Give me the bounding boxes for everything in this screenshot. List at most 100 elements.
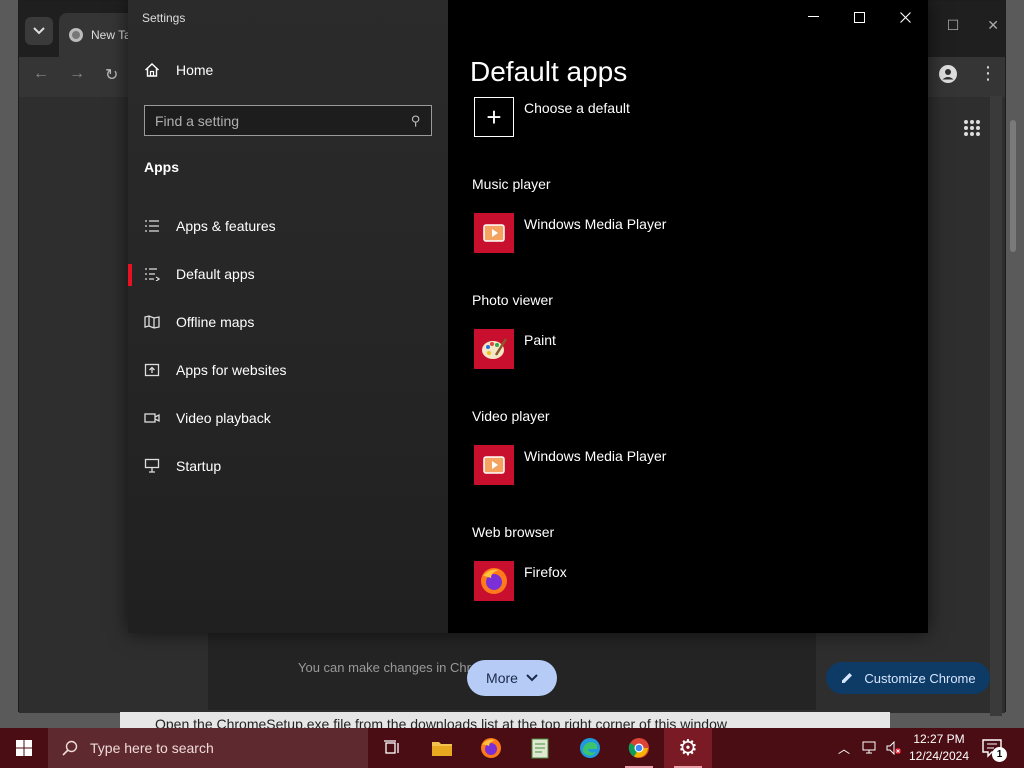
app-name: Firefox <box>524 564 567 580</box>
notepad-icon <box>531 738 549 759</box>
default-app-web-browser[interactable]: Firefox <box>474 561 567 601</box>
gear-icon: ⚙ <box>678 735 698 760</box>
sidebar-item-offline-maps[interactable]: Offline maps <box>128 302 448 342</box>
settings-search-input[interactable] <box>155 112 412 129</box>
edge-taskbar-button[interactable] <box>566 728 614 768</box>
profile-icon[interactable] <box>939 65 957 88</box>
sidebar-item-startup[interactable]: Startup <box>128 446 448 486</box>
clock-time: 12:27 PM <box>913 732 965 746</box>
choose-default-button[interactable]: + Choose a default <box>474 97 630 137</box>
restore-icon[interactable]: ☐ <box>947 17 960 34</box>
default-app-photo-viewer[interactable]: Paint <box>474 329 556 369</box>
close-button[interactable] <box>882 0 928 34</box>
section-heading: Apps <box>144 159 179 175</box>
nav-label: Default apps <box>176 266 255 282</box>
list-icon <box>144 218 160 234</box>
notification-badge: 1 <box>992 747 1007 762</box>
task-view-icon <box>384 740 399 754</box>
chrome-favicon-icon <box>69 28 83 42</box>
default-apps-icon <box>144 266 160 282</box>
taskbar-search-box[interactable]: Type here to search <box>48 728 368 768</box>
back-arrow-icon[interactable]: ← <box>33 65 49 83</box>
clock-date: 12/24/2024 <box>908 749 970 763</box>
search-icon <box>62 740 78 756</box>
video-icon <box>144 410 160 426</box>
media-player-icon <box>474 213 514 253</box>
taskbar: Type here to search ⚙ ︿ 12:27 PM 12/24/2… <box>0 728 1024 768</box>
home-label: Home <box>176 62 214 78</box>
windows-logo-icon <box>16 740 32 756</box>
tab-search-button[interactable] <box>25 17 53 45</box>
settings-main-pane: Default apps + Choose a default Music pl… <box>448 0 928 633</box>
plus-icon: + <box>474 97 514 137</box>
chevron-down-icon <box>526 674 538 682</box>
footer-text: You can make changes in Chro <box>298 660 479 675</box>
chrome-taskbar-button[interactable] <box>615 728 663 768</box>
map-icon <box>144 314 160 330</box>
nav-label: Offline maps <box>176 314 255 330</box>
more-label: More <box>486 670 518 686</box>
firefox-icon <box>481 738 501 758</box>
edge-icon <box>580 738 600 758</box>
forward-arrow-icon[interactable]: → <box>69 65 85 83</box>
file-explorer-button[interactable] <box>418 728 466 768</box>
monitor-icon <box>144 458 160 474</box>
chevron-down-icon <box>33 27 45 35</box>
notepad-taskbar-button[interactable] <box>516 728 564 768</box>
close-icon[interactable]: ✕ <box>987 17 999 34</box>
group-label-web-browser: Web browser <box>472 524 555 540</box>
chrome-tab-label: New Ta <box>91 28 131 42</box>
sidebar-item-video-playback[interactable]: Video playback <box>128 398 448 438</box>
sidebar-item-apps-for-websites[interactable]: Apps for websites <box>128 350 448 390</box>
taskbar-clock[interactable]: 12:27 PM 12/24/2024 <box>906 731 972 765</box>
home-nav-item[interactable]: Home <box>144 62 213 78</box>
sidebar-item-default-apps[interactable]: Default apps <box>128 254 448 294</box>
app-name: Paint <box>524 332 556 348</box>
start-button[interactable] <box>0 728 48 768</box>
reload-icon[interactable]: ↻ <box>105 65 118 85</box>
nav-label: Apps & features <box>176 218 276 234</box>
firefox-taskbar-button[interactable] <box>467 728 515 768</box>
media-player-icon <box>474 445 514 485</box>
nav-label: Video playback <box>176 410 271 426</box>
link-box-icon <box>144 362 160 378</box>
window-title: Settings <box>142 11 186 25</box>
settings-search-box[interactable]: ⚲ <box>144 105 432 136</box>
default-app-video-player[interactable]: Windows Media Player <box>474 445 666 485</box>
group-label-photo-viewer: Photo viewer <box>472 292 553 308</box>
folder-icon <box>432 742 452 756</box>
nav-label: Apps for websites <box>176 362 287 378</box>
chevron-up-icon[interactable]: ︿ <box>838 740 850 757</box>
chrome-window-controls: ☐ ✕ <box>947 17 999 34</box>
app-name: Windows Media Player <box>524 216 667 232</box>
sidebar-item-apps-features[interactable]: Apps & features <box>128 206 448 246</box>
page-title: Default apps <box>470 56 628 87</box>
maximize-button[interactable] <box>836 0 882 34</box>
kebab-menu-icon[interactable]: ⋮ <box>979 63 997 84</box>
more-button[interactable]: More <box>467 660 557 696</box>
task-view-button[interactable] <box>368 728 416 768</box>
system-tray: ︿ <box>838 728 902 768</box>
window-controls <box>790 0 928 34</box>
customize-chrome-button[interactable]: Customize Chrome <box>826 662 990 694</box>
nav-label: Startup <box>176 458 222 474</box>
paint-icon <box>474 329 514 369</box>
default-app-music-player[interactable]: Windows Media Player <box>474 213 666 253</box>
minimize-button[interactable] <box>790 0 836 34</box>
volume-muted-icon[interactable] <box>886 741 902 755</box>
chrome-scrollbar-thumb[interactable] <box>1010 120 1016 252</box>
group-label-video-player: Video player <box>472 408 550 424</box>
app-name: Windows Media Player <box>524 448 667 464</box>
customize-label: Customize Chrome <box>864 670 976 686</box>
firefox-icon <box>474 561 514 601</box>
close-icon <box>899 11 911 23</box>
chrome-scrollbar-track[interactable] <box>990 96 1002 716</box>
apps-grid-icon[interactable] <box>963 119 981 142</box>
maximize-icon <box>853 11 865 23</box>
search-icon[interactable]: ⚲ <box>411 113 421 129</box>
settings-taskbar-button[interactable]: ⚙ <box>664 728 712 768</box>
home-icon <box>145 63 159 77</box>
choose-default-label: Choose a default <box>524 100 630 116</box>
settings-window: Settings Home ⚲ Apps Apps & features Def… <box>128 0 928 633</box>
network-icon[interactable] <box>862 741 878 755</box>
